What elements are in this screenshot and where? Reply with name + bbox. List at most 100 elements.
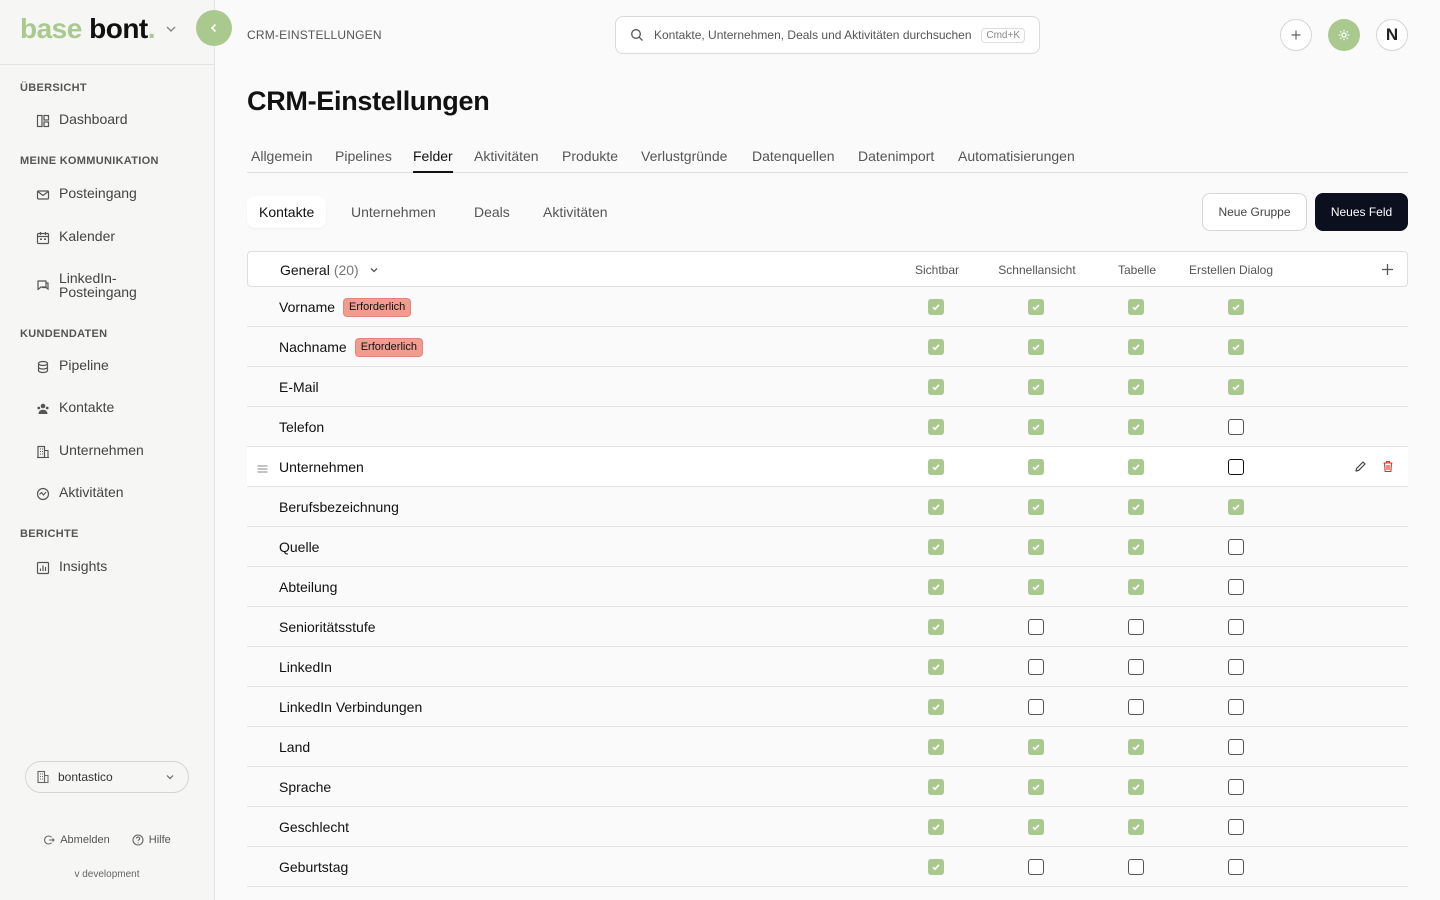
table-row[interactable]: Unternehmen xyxy=(247,447,1408,487)
checkbox-table[interactable] xyxy=(1128,619,1144,635)
trash-icon[interactable] xyxy=(1382,460,1394,478)
edit-icon[interactable] xyxy=(1354,460,1367,478)
checkbox-table[interactable] xyxy=(1128,459,1144,475)
sidebar-item-kontakte[interactable]: Kontakte xyxy=(36,400,114,416)
checkbox-quickview[interactable] xyxy=(1028,539,1044,555)
checkbox-table[interactable] xyxy=(1128,699,1144,715)
checkbox-create-dialog[interactable] xyxy=(1228,459,1244,475)
subtab-kontakte[interactable]: Kontakte xyxy=(247,196,327,228)
table-row[interactable]: LinkedIn Verbindungen xyxy=(247,687,1408,727)
checkbox-create-dialog[interactable] xyxy=(1228,699,1244,715)
checkbox-visible[interactable] xyxy=(928,619,944,635)
checkbox-quickview[interactable] xyxy=(1028,859,1044,875)
checkbox-quickview[interactable] xyxy=(1028,619,1044,635)
checkbox-quickview[interactable] xyxy=(1028,739,1044,755)
checkbox-create-dialog[interactable] xyxy=(1228,579,1244,595)
table-row[interactable]: Abteilung xyxy=(247,567,1408,607)
table-row[interactable]: E-Mail xyxy=(247,367,1408,407)
checkbox-quickview[interactable] xyxy=(1028,699,1044,715)
checkbox-quickview[interactable] xyxy=(1028,499,1044,515)
checkbox-visible[interactable] xyxy=(928,779,944,795)
checkbox-visible[interactable] xyxy=(928,539,944,555)
checkbox-create-dialog[interactable] xyxy=(1228,419,1244,435)
table-row[interactable]: Quelle xyxy=(247,527,1408,567)
checkbox-create-dialog[interactable] xyxy=(1228,739,1244,755)
subtab-deals[interactable]: Deals xyxy=(462,196,522,228)
workspace-select[interactable]: bontastico xyxy=(25,761,189,793)
group-toggle[interactable]: General (20) xyxy=(280,262,381,278)
global-search[interactable]: Cmd+K xyxy=(615,16,1040,54)
checkbox-visible[interactable] xyxy=(928,699,944,715)
tab-allgemein[interactable]: Allgemein xyxy=(251,148,312,173)
checkbox-quickview[interactable] xyxy=(1028,579,1044,595)
tab-datenquellen[interactable]: Datenquellen xyxy=(752,148,835,173)
checkbox-table[interactable] xyxy=(1128,539,1144,555)
table-row[interactable]: Geschlecht xyxy=(247,807,1408,847)
checkbox-quickview[interactable] xyxy=(1028,339,1044,355)
checkbox-visible[interactable] xyxy=(928,459,944,475)
checkbox-create-dialog[interactable] xyxy=(1228,299,1244,315)
new-group-button[interactable]: Neue Gruppe xyxy=(1202,193,1307,231)
drag-handle-icon[interactable] xyxy=(257,461,268,479)
table-row[interactable]: LinkedIn xyxy=(247,647,1408,687)
tab-datenimport[interactable]: Datenimport xyxy=(858,148,934,173)
help-link[interactable]: Hilfe xyxy=(132,834,171,846)
table-row[interactable]: Nachname Erforderlich xyxy=(247,327,1408,367)
sidebar-item-unternehmen[interactable]: Unternehmen xyxy=(36,443,144,459)
table-row[interactable]: Vorname Erforderlich xyxy=(247,287,1408,327)
checkbox-visible[interactable] xyxy=(928,859,944,875)
checkbox-visible[interactable] xyxy=(928,299,944,315)
table-row[interactable]: Land xyxy=(247,727,1408,767)
tab-produkte[interactable]: Produkte xyxy=(562,148,618,173)
checkbox-visible[interactable] xyxy=(928,579,944,595)
sidebar-item-kalender[interactable]: Kalender xyxy=(36,229,115,245)
sidebar-item-pipeline[interactable]: Pipeline xyxy=(36,358,109,374)
checkbox-create-dialog[interactable] xyxy=(1228,779,1244,795)
tab-automatisierungen[interactable]: Automatisierungen xyxy=(958,148,1075,173)
brand-switcher[interactable]: base bont. xyxy=(20,12,179,46)
checkbox-table[interactable] xyxy=(1128,419,1144,435)
table-row[interactable]: Geburtstag xyxy=(247,847,1408,887)
checkbox-table[interactable] xyxy=(1128,499,1144,515)
subtab-unternehmen[interactable]: Unternehmen xyxy=(339,196,448,228)
checkbox-visible[interactable] xyxy=(928,339,944,355)
checkbox-quickview[interactable] xyxy=(1028,419,1044,435)
table-row[interactable]: Senioritätsstufe xyxy=(247,607,1408,647)
tab-pipelines[interactable]: Pipelines xyxy=(335,148,392,173)
checkbox-create-dialog[interactable] xyxy=(1228,819,1244,835)
checkbox-create-dialog[interactable] xyxy=(1228,539,1244,555)
checkbox-table[interactable] xyxy=(1128,339,1144,355)
tab-verlustgruende[interactable]: Verlustgründe xyxy=(641,148,727,173)
new-field-button[interactable]: Neues Feld xyxy=(1315,193,1408,231)
search-input[interactable] xyxy=(654,28,972,42)
checkbox-quickview[interactable] xyxy=(1028,779,1044,795)
subtab-aktivitaeten[interactable]: Aktivitäten xyxy=(531,196,620,228)
checkbox-create-dialog[interactable] xyxy=(1228,859,1244,875)
checkbox-visible[interactable] xyxy=(928,419,944,435)
checkbox-visible[interactable] xyxy=(928,499,944,515)
checkbox-quickview[interactable] xyxy=(1028,299,1044,315)
checkbox-table[interactable] xyxy=(1128,659,1144,675)
checkbox-quickview[interactable] xyxy=(1028,659,1044,675)
sidebar-item-aktivitaeten[interactable]: Aktivitäten xyxy=(36,485,124,501)
tab-felder[interactable]: Felder xyxy=(413,148,453,173)
avatar[interactable]: N xyxy=(1376,19,1408,51)
sidebar-item-linkedin-posteingang[interactable]: LinkedIn- Posteingang xyxy=(36,271,137,299)
checkbox-table[interactable] xyxy=(1128,859,1144,875)
checkbox-create-dialog[interactable] xyxy=(1228,379,1244,395)
sidebar-item-insights[interactable]: Insights xyxy=(36,559,107,575)
checkbox-visible[interactable] xyxy=(928,819,944,835)
checkbox-visible[interactable] xyxy=(928,739,944,755)
checkbox-create-dialog[interactable] xyxy=(1228,499,1244,515)
checkbox-quickview[interactable] xyxy=(1028,379,1044,395)
checkbox-quickview[interactable] xyxy=(1028,459,1044,475)
checkbox-table[interactable] xyxy=(1128,579,1144,595)
checkbox-table[interactable] xyxy=(1128,299,1144,315)
table-row[interactable]: Berufsbezeichnung xyxy=(247,487,1408,527)
tab-aktivitaeten[interactable]: Aktivitäten xyxy=(474,148,539,173)
add-button[interactable] xyxy=(1280,19,1312,51)
table-row[interactable]: Telefon xyxy=(247,407,1408,447)
checkbox-create-dialog[interactable] xyxy=(1228,339,1244,355)
checkbox-table[interactable] xyxy=(1128,819,1144,835)
checkbox-table[interactable] xyxy=(1128,779,1144,795)
